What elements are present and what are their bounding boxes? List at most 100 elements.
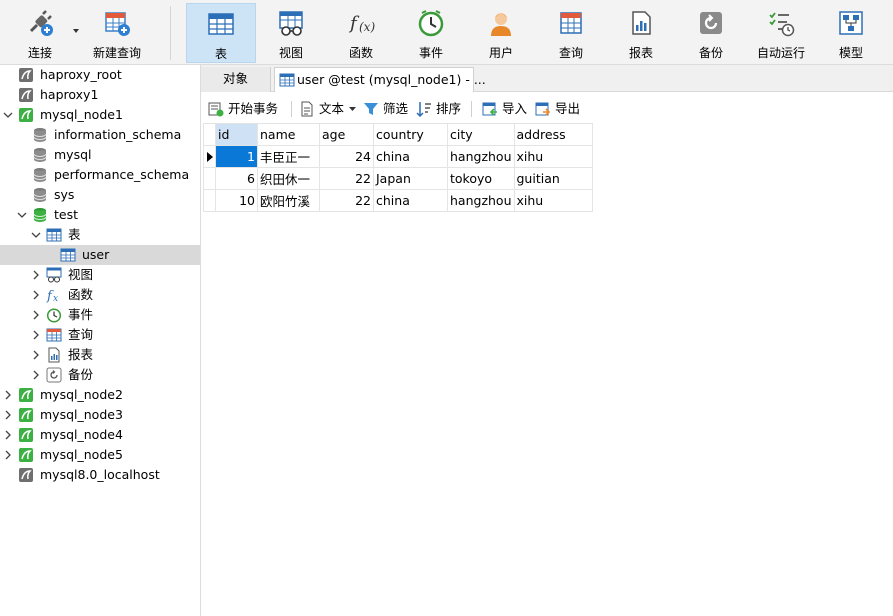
filter-button[interactable]: 筛选 — [363, 99, 411, 119]
tree-item-performance-schema[interactable]: performance_schema — [0, 165, 200, 185]
tree-item-user-table[interactable]: user — [0, 245, 200, 265]
column-header-name[interactable]: name — [257, 123, 320, 146]
chevron-down-icon[interactable] — [3, 105, 13, 125]
chevron-right-icon[interactable] — [31, 345, 41, 365]
tree-item-queries[interactable]: 查询 — [0, 325, 200, 345]
tree-item-label: sys — [54, 187, 75, 202]
cell-name[interactable]: 织田休一 — [257, 167, 320, 190]
cell-address[interactable]: guitian — [513, 167, 593, 190]
user-button[interactable]: 用户 — [467, 3, 535, 63]
table-row[interactable]: 6 织田休一 22 Japan tokoyo guitian — [203, 167, 593, 190]
chevron-right-icon[interactable] — [3, 405, 13, 425]
tree-item-events[interactable]: 事件 — [0, 305, 200, 325]
row-indicator[interactable] — [203, 167, 216, 190]
connect-dropdown-icon[interactable] — [73, 29, 79, 33]
subbar-separator — [291, 101, 292, 117]
connect-label: 连接 — [27, 46, 52, 60]
view-icon — [46, 267, 62, 283]
export-label: 导出 — [555, 101, 581, 116]
function-button[interactable]: f (x) 函数 — [327, 3, 395, 63]
tree-item-haproxy-root[interactable]: haproxy_root — [0, 65, 200, 85]
cell-id[interactable]: 6 — [215, 167, 258, 190]
tree-item-label: information_schema — [54, 127, 182, 142]
data-grid: id name age country city address 1 丰臣正一 … — [203, 123, 593, 212]
table-button[interactable]: 表 — [186, 3, 256, 63]
query-button[interactable]: 查询 — [537, 3, 605, 63]
chevron-down-icon[interactable] — [17, 205, 27, 225]
tree-item-mysql-node4[interactable]: mysql_node4 — [0, 425, 200, 445]
tree-item-mysql80-localhost[interactable]: mysql8.0_localhost — [0, 465, 200, 485]
model-button[interactable]: 模型 — [817, 3, 885, 63]
cell-address[interactable]: xihu — [513, 189, 593, 212]
column-header-age[interactable]: age — [319, 123, 374, 146]
tree-item-label: mysql_node2 — [40, 387, 123, 402]
tree-item-sys[interactable]: sys — [0, 185, 200, 205]
cell-city[interactable]: hangzhou — [447, 189, 515, 212]
connect-button[interactable]: 连接 — [8, 3, 72, 63]
cell-age[interactable]: 22 — [319, 189, 374, 212]
row-indicator[interactable] — [203, 189, 216, 212]
begin-transaction-button[interactable]: 开始事务 — [208, 99, 288, 119]
sort-button[interactable]: 排序 — [416, 99, 464, 119]
chevron-right-icon[interactable] — [31, 365, 41, 385]
tree-item-mysql-node2[interactable]: mysql_node2 — [0, 385, 200, 405]
chevron-right-icon[interactable] — [31, 285, 41, 305]
cell-age[interactable]: 24 — [319, 145, 374, 168]
chevron-right-icon[interactable] — [3, 385, 13, 405]
chevron-down-icon[interactable] — [31, 225, 41, 245]
new-query-button[interactable]: 新建查询 — [84, 3, 150, 63]
tree-item-functions[interactable]: fx 函数 — [0, 285, 200, 305]
chevron-right-icon[interactable] — [3, 425, 13, 445]
export-button[interactable]: 导出 — [535, 99, 583, 119]
model-label: 模型 — [838, 46, 863, 60]
view-button[interactable]: 视图 — [257, 3, 325, 63]
column-header-country[interactable]: country — [373, 123, 448, 146]
chevron-right-icon[interactable] — [31, 265, 41, 285]
table-row[interactable]: 1 丰臣正一 24 china hangzhou xihu — [203, 145, 593, 168]
cell-age[interactable]: 22 — [319, 167, 374, 190]
report-button[interactable]: 报表 — [607, 3, 675, 63]
connection-green-icon — [19, 388, 33, 402]
cell-id[interactable]: 1 — [215, 145, 258, 168]
cell-id[interactable]: 10 — [215, 189, 258, 212]
tab-objects[interactable]: 对象 — [201, 67, 271, 92]
cell-address[interactable]: xihu — [513, 145, 593, 168]
cell-name[interactable]: 欧阳竹溪 — [257, 189, 320, 212]
import-button[interactable]: 导入 — [482, 99, 530, 119]
chevron-right-icon[interactable] — [3, 445, 13, 465]
column-header-id[interactable]: id — [215, 123, 258, 146]
backup-button[interactable]: 备份 — [677, 3, 745, 63]
tree-item-mysql-node1[interactable]: mysql_node1 — [0, 105, 200, 125]
cell-country[interactable]: Japan — [373, 167, 448, 190]
cell-city[interactable]: tokoyo — [447, 167, 515, 190]
tree-item-mysql-node5[interactable]: mysql_node5 — [0, 445, 200, 465]
event-button[interactable]: 事件 — [397, 3, 465, 63]
tree-item-views[interactable]: 视图 — [0, 265, 200, 285]
tree-item-haproxy1[interactable]: haproxy1 — [0, 85, 200, 105]
table-row[interactable]: 10 欧阳竹溪 22 china hangzhou xihu — [203, 189, 593, 212]
tree-item-mysql-node3[interactable]: mysql_node3 — [0, 405, 200, 425]
tree-item-backups[interactable]: 备份 — [0, 365, 200, 385]
clock-icon — [46, 308, 62, 323]
tree-item-test[interactable]: test — [0, 205, 200, 225]
cell-country[interactable]: china — [373, 145, 448, 168]
chevron-right-icon[interactable] — [31, 305, 41, 325]
cell-city[interactable]: hangzhou — [447, 145, 515, 168]
tree-item-mysql[interactable]: mysql — [0, 145, 200, 165]
column-header-address[interactable]: address — [513, 123, 593, 146]
chevron-right-icon[interactable] — [31, 325, 41, 345]
tree-item-reports[interactable]: 报表 — [0, 345, 200, 365]
tree-item-information-schema[interactable]: information_schema — [0, 125, 200, 145]
tab-user-table[interactable]: user @test (mysql_node1) - ... — [274, 67, 486, 92]
automation-button[interactable]: 自动运行 — [747, 3, 815, 63]
tree-item-tables[interactable]: 表 — [0, 225, 200, 245]
column-header-city[interactable]: city — [447, 123, 515, 146]
database-gray-icon — [33, 188, 47, 202]
cell-name[interactable]: 丰臣正一 — [257, 145, 320, 168]
tree-item-label: 事件 — [68, 307, 94, 322]
text-dropdown-icon[interactable] — [349, 107, 356, 112]
cell-country[interactable]: china — [373, 189, 448, 212]
table-icon — [60, 248, 76, 262]
connection-tree: haproxy_root haproxy1 mysql_node1 inform… — [0, 65, 201, 616]
row-indicator[interactable] — [203, 145, 216, 168]
